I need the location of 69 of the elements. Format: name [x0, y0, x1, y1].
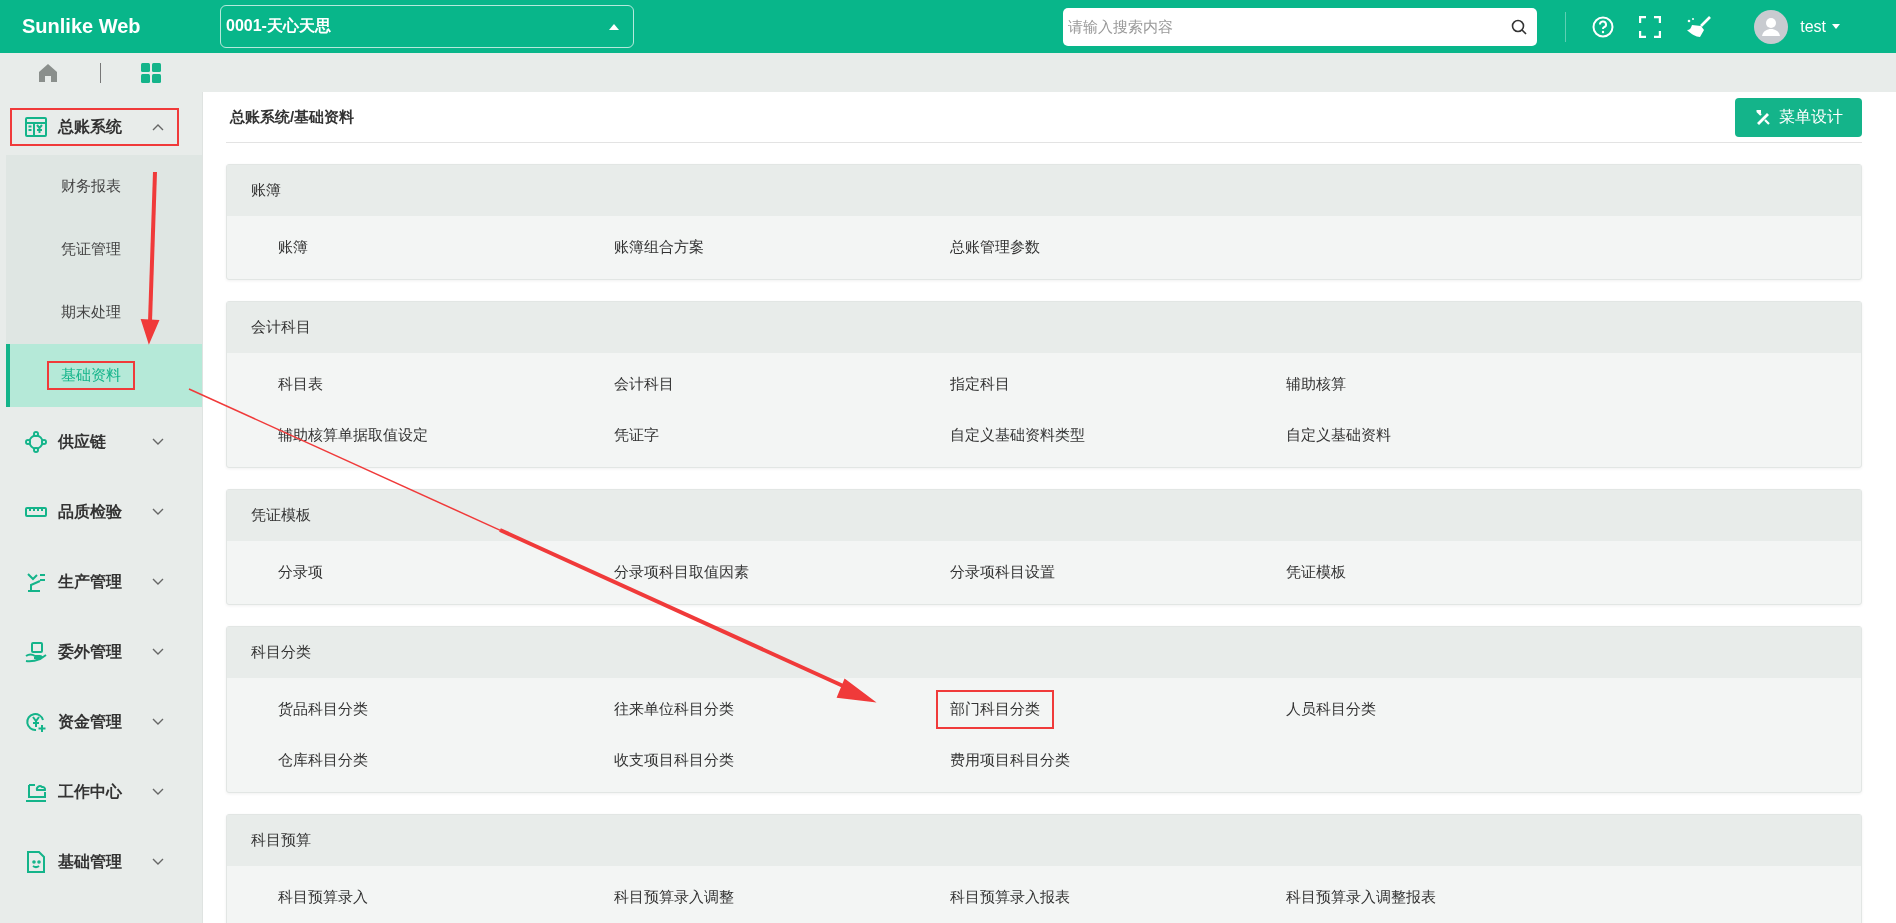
robot-arm-icon	[25, 571, 47, 593]
chevron-down-icon	[152, 508, 164, 516]
chevron-up-icon	[152, 123, 164, 131]
menu-link[interactable]: 科目预算录入调整报表	[1272, 878, 1450, 917]
menu-link[interactable]: 自定义基础资料	[1272, 416, 1405, 455]
submenu-item[interactable]: 期末处理	[6, 281, 202, 344]
menu-link[interactable]: 凭证模板	[1272, 553, 1360, 592]
submenu-item[interactable]: 凭证管理	[6, 218, 202, 281]
menu-link[interactable]: 往来单位科目分类	[600, 690, 748, 729]
menu-link[interactable]: 指定科目	[936, 365, 1024, 404]
menu-group[interactable]: 资金管理	[10, 703, 179, 741]
ledger-icon	[25, 116, 47, 138]
chevron-down-icon	[152, 788, 164, 796]
search-icon	[1511, 18, 1528, 35]
menu-link[interactable]: 自定义基础资料类型	[936, 416, 1099, 455]
menu-group[interactable]: 工作中心	[10, 773, 179, 811]
chevron-down-icon	[152, 438, 164, 446]
coin-icon	[25, 711, 47, 733]
chevron-down-icon	[152, 858, 164, 866]
caret-icon	[609, 23, 619, 30]
broom-icon[interactable]	[1686, 15, 1713, 38]
menu-link[interactable]: 凭证字	[600, 416, 673, 455]
menu-link[interactable]: 分录项科目设置	[936, 553, 1069, 592]
menu-group[interactable]: 基础管理	[10, 843, 179, 881]
menu-link[interactable]: 费用项目科目分类	[936, 741, 1084, 780]
menu-link[interactable]: 辅助核算	[1272, 365, 1360, 404]
section-title: 科目分类	[251, 643, 311, 662]
submenu-item[interactable]: 财务报表	[6, 155, 202, 218]
chevron-down-icon	[152, 648, 164, 656]
hand-box-icon	[25, 641, 47, 663]
menu-group[interactable]: 生产管理	[10, 563, 179, 601]
menu-link[interactable]: 总账管理参数	[936, 228, 1054, 267]
menu-link[interactable]: 分录项	[264, 553, 337, 592]
menu-link[interactable]: 货品科目分类	[264, 690, 382, 729]
menu-link[interactable]: 科目预算录入调整	[600, 878, 748, 917]
section-title: 科目预算	[251, 831, 311, 850]
chevron-down-icon	[152, 718, 164, 726]
search-field[interactable]: 请输入搜索内容	[1063, 7, 1538, 46]
menu-group[interactable]: 总账系统	[10, 108, 179, 146]
menu-link[interactable]: 部门科目分类	[936, 690, 1054, 729]
menu-link[interactable]: 仓库科目分类	[264, 741, 382, 780]
menu-link[interactable]: 科目表	[264, 365, 337, 404]
app-logo: Sunlike Web	[22, 15, 142, 38]
grid-icon[interactable]	[141, 62, 161, 83]
menu-group[interactable]: 委外管理	[10, 633, 179, 671]
menu-link[interactable]: 账簿组合方案	[600, 228, 718, 267]
menu-link[interactable]: 账簿	[264, 228, 322, 267]
design-tools-icon	[1754, 109, 1771, 125]
laptop-cloud-icon	[25, 781, 47, 803]
document-icon	[25, 851, 47, 873]
menu-link[interactable]: 科目预算录入	[264, 878, 382, 917]
fullscreen-icon[interactable]	[1639, 15, 1662, 38]
home-icon[interactable]	[38, 62, 58, 83]
user-avatar[interactable]	[1754, 9, 1789, 44]
menu-link[interactable]: 分录项科目取值因素	[600, 553, 763, 592]
chevron-down-icon	[152, 578, 164, 586]
menu-group[interactable]: 品质检验	[10, 493, 179, 531]
help-icon[interactable]	[1592, 15, 1615, 38]
caret-icon	[1832, 24, 1840, 29]
menu-link[interactable]: 人员科目分类	[1272, 690, 1390, 729]
menu-link[interactable]: 科目预算录入报表	[936, 878, 1084, 917]
breadcrumb: 总账系统/基础资料	[230, 107, 355, 127]
menu-group[interactable]: 供应链	[10, 423, 179, 461]
section-title: 凭证模板	[251, 506, 311, 525]
gear-icon	[25, 431, 47, 453]
menu-link[interactable]: 收支项目科目分类	[600, 741, 748, 780]
menu-link[interactable]: 会计科目	[600, 365, 688, 404]
section-title: 会计科目	[251, 318, 311, 337]
section-title: 账簿	[251, 181, 281, 200]
